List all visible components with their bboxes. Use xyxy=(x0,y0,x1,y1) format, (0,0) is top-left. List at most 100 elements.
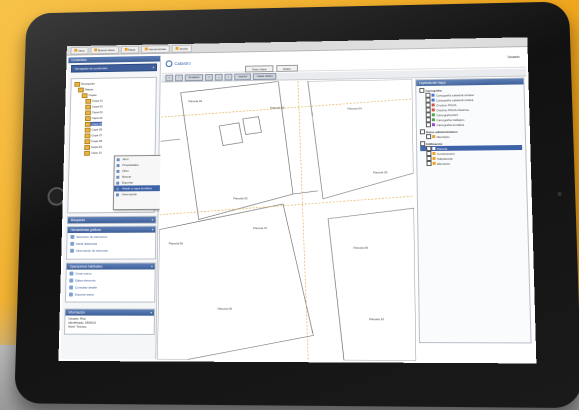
parcel-label: Parcela 04 xyxy=(348,106,363,110)
legend-item-label: Cartografía catastral rústica xyxy=(436,97,474,102)
user-name[interactable]: Usuario xyxy=(507,55,519,59)
tree-node[interactable]: Capa 02 xyxy=(85,104,103,110)
building-outline[interactable] xyxy=(243,117,262,135)
cadastral-map[interactable]: Parcela 01 Parcela 02 Parcela 03 Parcela… xyxy=(157,79,416,360)
building-outline[interactable] xyxy=(219,123,243,146)
section-link-label: Consultar detalle xyxy=(74,285,98,290)
legend-panel: Leyenda del mapa Cartografía Cartografía… xyxy=(415,77,532,344)
data-view-button[interactable]: Datos xyxy=(276,64,298,72)
checkbox[interactable] xyxy=(426,134,432,140)
parcel-outline[interactable] xyxy=(328,208,416,361)
info-icon[interactable]: i xyxy=(224,73,233,81)
tab-label: Inicio xyxy=(78,48,85,53)
tablet-screen: Inicio Buscar datos Mapa Herramientas Ay… xyxy=(58,37,537,364)
section-title: Operaciones habituales xyxy=(69,264,103,269)
section-link[interactable]: Exportar datos xyxy=(66,291,154,298)
tab-ayuda[interactable]: Ayuda xyxy=(171,44,192,53)
parcel-label: Parcela 02 xyxy=(270,106,284,110)
chevron-icon: ▸ xyxy=(151,217,154,222)
user-info-line: Nivel: Técnico xyxy=(68,324,87,329)
folder-icon xyxy=(85,109,91,115)
tree-node[interactable]: Capa 09 xyxy=(84,144,102,150)
section-link[interactable]: Información de elemento xyxy=(67,247,155,254)
checkbox[interactable] xyxy=(420,141,426,147)
tab-label: Herramientas xyxy=(148,46,167,51)
info-icon xyxy=(70,248,75,253)
user-info: Usuario: Rico Identificado: 18/06/11 Niv… xyxy=(65,316,154,330)
logo-icon xyxy=(165,60,173,68)
open-icon xyxy=(116,157,120,161)
tree-node-selected[interactable]: Capa 05 xyxy=(84,121,103,127)
folder-icon xyxy=(81,92,88,98)
layer-icon xyxy=(432,161,436,165)
folder-icon xyxy=(84,132,91,138)
folder-icon xyxy=(84,121,91,127)
pan-icon[interactable]: Desplazar xyxy=(184,74,204,82)
tree-node[interactable]: Capa 01 xyxy=(85,98,103,104)
content-selector[interactable]: Navegador de contenidos ▾ xyxy=(70,63,158,73)
parcel-outline[interactable] xyxy=(157,204,313,360)
tree-node[interactable]: Capa 06 xyxy=(84,127,103,133)
tree-node[interactable]: Capa 04 xyxy=(84,115,103,121)
tree-node[interactable]: Capas xyxy=(81,92,97,98)
chevron-icon: ▾ xyxy=(150,310,153,315)
section-link[interactable]: Editar elemento xyxy=(66,276,154,283)
legend-item[interactable]: Elemento xyxy=(420,160,522,166)
legend-group-title: Cartografía xyxy=(425,88,442,93)
layer-icon xyxy=(432,151,436,155)
tree-node-label: Capa 06 xyxy=(91,127,103,132)
tab-buscar[interactable]: Buscar datos xyxy=(90,45,119,54)
context-menu-label: Información xyxy=(121,192,138,197)
tree-node-label: Capa 03 xyxy=(91,110,103,115)
parcel-label: Parcela 01 xyxy=(188,99,202,103)
filter-icon xyxy=(116,169,120,173)
tab-label: Mapa xyxy=(128,47,136,52)
measure-icon[interactable]: ↔ xyxy=(215,73,223,81)
layers-icon[interactable]: Capas visibles xyxy=(253,72,277,81)
map-view-button[interactable]: Vista mapa xyxy=(245,65,274,73)
detail-icon xyxy=(69,285,74,290)
section-header[interactable]: Búsqueda ▸ xyxy=(67,216,156,224)
layer-icon xyxy=(431,123,436,127)
tree-node[interactable]: Capa 08 xyxy=(84,138,103,144)
checkbox[interactable] xyxy=(419,87,425,93)
legend-item-label: Cartografía catastral urbana xyxy=(435,92,474,98)
tab-icon xyxy=(144,47,148,51)
tree-node-label: Capa 08 xyxy=(91,139,103,144)
tree-node[interactable]: Capa 03 xyxy=(85,109,103,115)
layer-icon xyxy=(431,113,435,117)
tree-node[interactable]: Mapas xyxy=(78,87,94,92)
folder-icon xyxy=(84,138,91,144)
add-layer-icon xyxy=(116,187,120,191)
section-link-label: Información de elemento xyxy=(75,248,109,253)
tab-mapa[interactable]: Mapa xyxy=(120,45,140,54)
tab-icon xyxy=(175,46,179,50)
layer-icon xyxy=(431,98,435,102)
tree-node-label: Navegador xyxy=(81,81,96,86)
legend-item[interactable]: Municipio xyxy=(420,133,522,140)
print-icon[interactable]: Imprimir xyxy=(234,73,252,81)
tree-node[interactable]: Capa 07 xyxy=(84,132,103,138)
tree-node[interactable]: Capa 10 xyxy=(84,150,102,156)
section-link[interactable]: Consultar detalle xyxy=(66,283,154,290)
zoom-out-icon[interactable]: − xyxy=(175,74,183,82)
tab-icon xyxy=(94,48,98,52)
zoom-in-icon[interactable]: + xyxy=(165,74,174,82)
context-menu-label: Buscar xyxy=(122,174,132,179)
section-link-label: Exportar datos xyxy=(74,292,94,297)
section-link-label: Selección de elementos xyxy=(76,234,108,239)
tab-inicio[interactable]: Inicio xyxy=(70,46,89,55)
tree-node[interactable]: Navegador xyxy=(74,81,96,87)
checkbox[interactable] xyxy=(425,122,431,128)
tab-herramientas[interactable]: Herramientas xyxy=(140,44,170,53)
legend-item[interactable]: Cartografía temática xyxy=(420,121,522,128)
tree-node-label: Capa 10 xyxy=(90,150,102,155)
checkbox[interactable] xyxy=(426,160,432,166)
parcel-outline[interactable] xyxy=(308,79,415,199)
layer-icon xyxy=(431,118,435,122)
context-menu-label: Filtro xyxy=(122,168,129,173)
tree-node-label: Mapas xyxy=(84,87,94,92)
checkbox[interactable] xyxy=(419,129,426,135)
select-icon[interactable]: ↖ xyxy=(205,73,214,81)
tree-node-label: Capa 07 xyxy=(91,133,103,138)
